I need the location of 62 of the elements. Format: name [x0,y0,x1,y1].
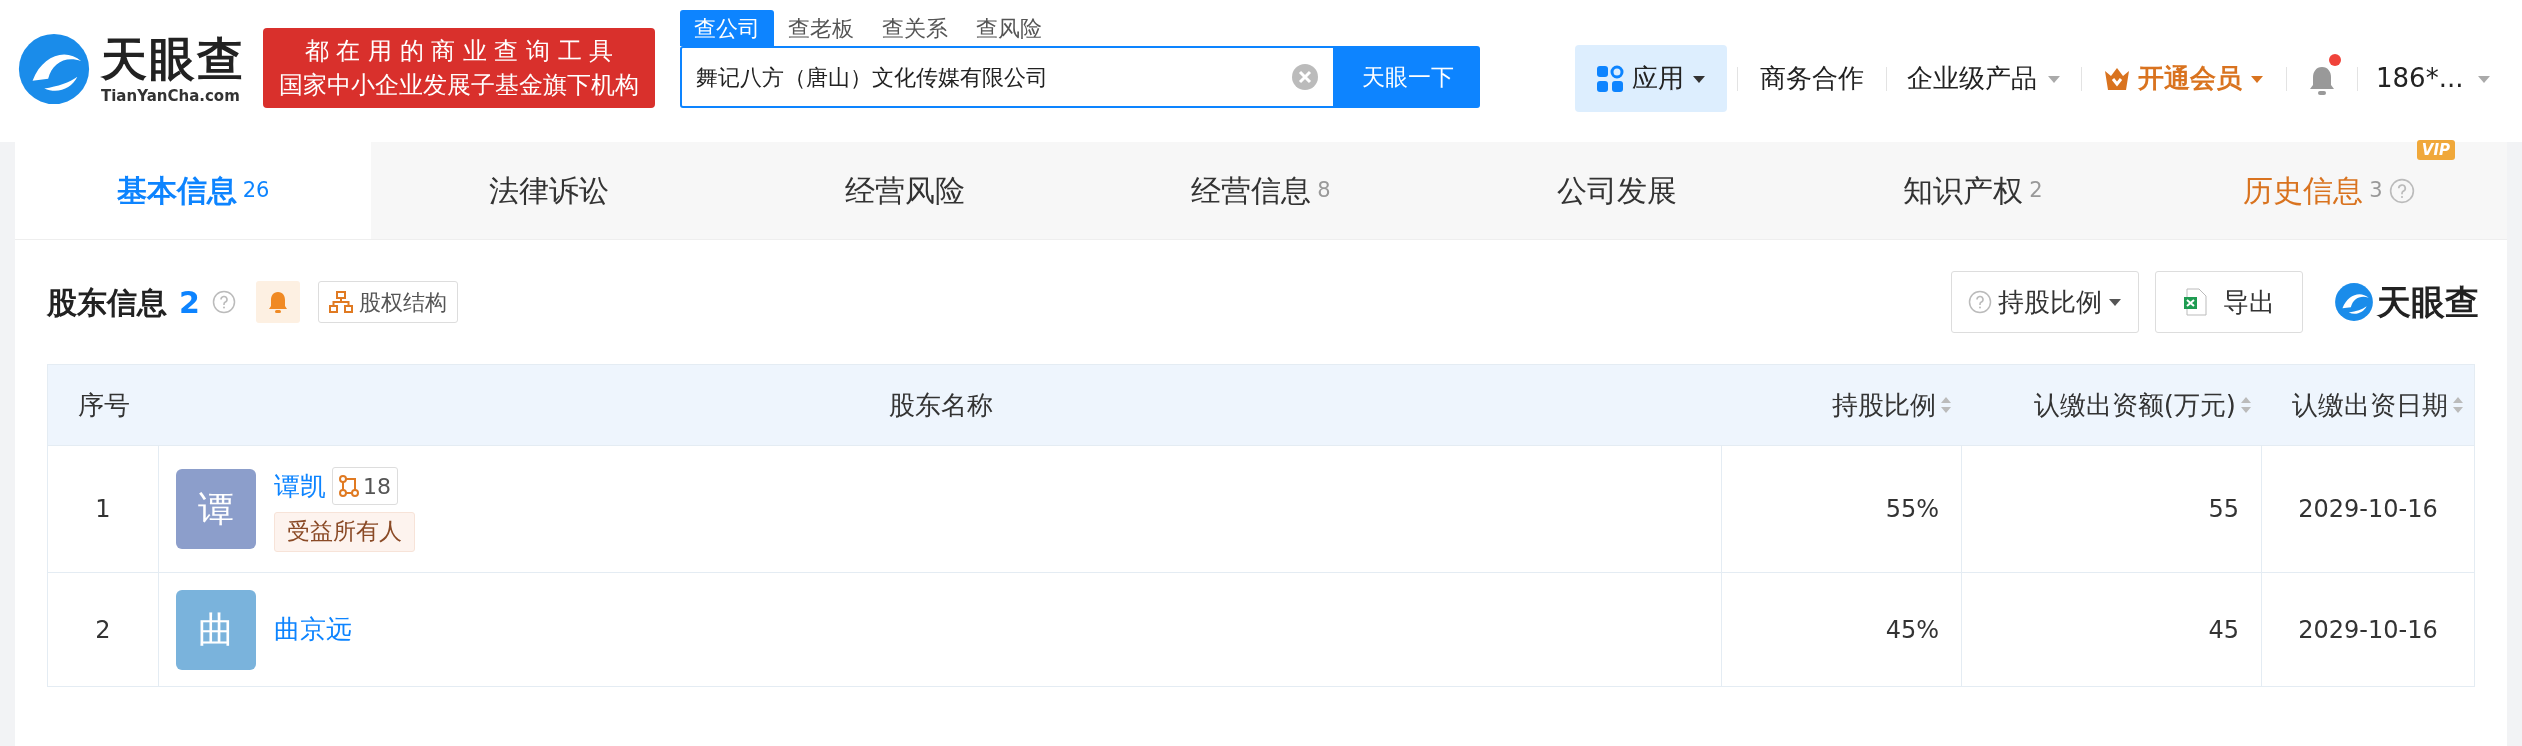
banner-text: 都 在 用 的 商 业 查 询 工 具 [304,36,614,67]
search-tab[interactable]: 查关系 [868,10,962,46]
shareholder-link[interactable]: 曲京远 [274,610,352,649]
owner-tag: 受益所有人 [274,511,415,552]
help-icon [211,290,236,314]
apps-icon [1596,64,1624,93]
structure-button[interactable]: 股权结构 [317,281,458,323]
amount-cell-text: 45 [2208,614,2239,646]
section-count: 2 [179,283,200,322]
search-tab[interactable]: 查公司 [680,10,774,46]
crown-icon [2104,66,2130,91]
amount-cell-text: 55 [2208,494,2239,525]
row-index: 1 [95,494,111,525]
clear-icon [1291,63,1319,91]
column-header[interactable]: 认缴出资日期 [2262,365,2474,445]
logo-domain: TianYanCha.com [101,86,241,106]
section-tab[interactable]: 法律诉讼 [371,142,727,239]
apps-button[interactable]: 应用 [1575,45,1727,112]
ratio-cell-text: 45% [1885,614,1939,646]
search-field[interactable]: 舞记八方（唐山）文化传媒有限公司 [680,46,1335,108]
export-button[interactable]: 导出 [2155,271,2303,333]
related-count-badge[interactable]: 18 [332,467,398,505]
section-tab[interactable]: 经营风险 [727,142,1083,239]
avatar: 曲 [176,589,256,670]
bell-icon [2309,64,2335,96]
caret-icon [2047,73,2061,84]
logo-icon [2333,281,2375,323]
follow-button[interactable] [255,281,300,323]
relation-icon [339,475,359,497]
search-tab[interactable]: 查老板 [774,10,868,46]
date-cell-text: 2029-10-16 [2298,614,2438,646]
vip-badge: VIP [2416,140,2455,160]
avatar: 谭 [176,469,256,549]
search-button[interactable]: 天眼一下 [1335,46,1480,108]
hierarchy-icon [328,290,353,314]
caret-icon [2477,73,2492,84]
logo-text: 天眼查 [2377,280,2479,324]
column-header[interactable]: 持股比例 [1722,365,1962,445]
search-tab[interactable]: 查风险 [962,10,1056,46]
excel-icon [2183,288,2207,316]
banner-text: 国家中小企业发展子基金旗下机构 [279,70,639,101]
shareholder-link[interactable]: 谭凯 [274,466,326,506]
nav-dropdown[interactable]: 企业级产品 [1897,59,2071,98]
date-cell-text: 2029-10-16 [2298,494,2438,525]
caret-icon [2108,297,2122,307]
column-header: 序号 [76,388,131,422]
ratio-button[interactable]: 持股比例 [1951,271,2139,333]
ratio-cell-text: 55% [1885,494,1939,525]
column-header: 股东名称 [887,388,994,422]
section-tab[interactable]: 公司发展 [1439,142,1795,239]
section-tab[interactable]: 知识产权 2 [1795,142,2151,239]
row-index: 2 [95,614,111,646]
user-menu[interactable]: 186*... [2368,59,2500,98]
section-tab[interactable]: 经营信息 8 [1083,142,1439,239]
bell-icon [267,290,288,314]
help-icon [1968,290,1992,314]
column-header[interactable]: 认缴出资额(万元) [1962,365,2262,445]
caret-icon [1692,73,1706,84]
caret-icon [2250,73,2264,84]
logo-text: 天眼查 [101,32,245,86]
nav-link[interactable]: 商务合作 [1748,59,1876,98]
section-title: 股东信息 [47,283,167,322]
